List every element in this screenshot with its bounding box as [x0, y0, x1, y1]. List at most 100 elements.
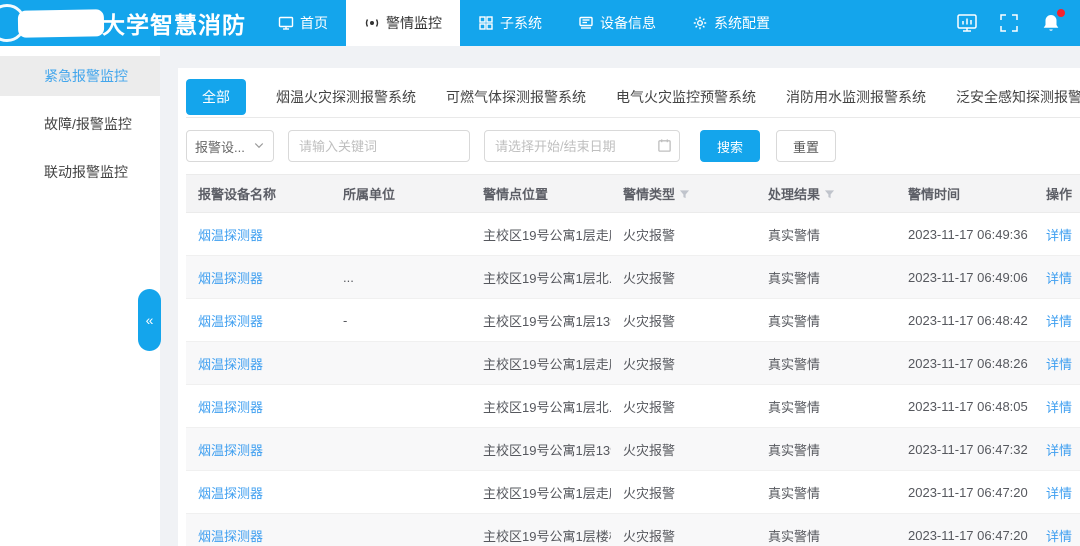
keyword-input[interactable]	[288, 130, 470, 162]
brand: 大学智慧消防	[0, 0, 246, 46]
device-name-link[interactable]: 烟温探测器	[198, 271, 263, 286]
alarm-type-select-value: 报警设...	[195, 137, 245, 156]
cell-device-name: 烟温探测器	[186, 299, 331, 342]
home-monitor-icon	[278, 15, 294, 31]
column-header-5: 警情时间	[896, 175, 1034, 213]
cell-alarm-type: 火灾报警	[611, 385, 756, 428]
cell-alarm-type: 火灾报警	[611, 471, 756, 514]
detail-link[interactable]: 详情	[1046, 486, 1072, 501]
device-name-link[interactable]: 烟温探测器	[198, 357, 263, 372]
cell-device-name: 烟温探测器	[186, 428, 331, 471]
column-header-label: 警情点位置	[483, 187, 548, 202]
cell-alarm-type: 火灾报警	[611, 213, 756, 256]
chevron-down-icon	[253, 139, 265, 154]
cell-alarm-time: 2023-11-17 06:48:26	[896, 342, 1034, 385]
reset-button[interactable]: 重置	[776, 130, 836, 162]
top-navbar: 大学智慧消防 首页 警情监控子系统设备信息系统配置	[0, 0, 1080, 46]
cell-handle-result: 真实警情	[756, 428, 896, 471]
cell-device-name: 烟温探测器	[186, 385, 331, 428]
search-button[interactable]: 搜索	[700, 130, 760, 162]
cell-device-name: 烟温探测器	[186, 342, 331, 385]
filter-funnel-icon[interactable]	[824, 187, 835, 202]
tab-system-4[interactable]: 消防用水监测报警系统	[786, 79, 926, 115]
app-title: 大学智慧消防	[102, 6, 246, 40]
cell-alarm-time: 2023-11-17 06:47:20	[896, 514, 1034, 546]
date-range-picker[interactable]	[484, 130, 680, 162]
nav-item-system-config[interactable]: 系统配置	[674, 0, 788, 46]
cell-alarm-time: 2023-11-17 06:48:05	[896, 385, 1034, 428]
cell-operations: 详情处理	[1034, 342, 1080, 385]
device-name-link[interactable]: 烟温探测器	[198, 400, 263, 415]
cell-operations: 详情处理	[1034, 256, 1080, 299]
date-range-input[interactable]	[484, 130, 680, 162]
cell-location: 主校区19号公寓1层走廊4	[471, 471, 611, 514]
nav-item-home[interactable]: 首页	[260, 0, 346, 46]
column-header-label: 报警设备名称	[198, 187, 276, 202]
gear-icon	[692, 15, 708, 31]
cell-operations: 详情处理	[1034, 385, 1080, 428]
device-name-link[interactable]: 烟温探测器	[198, 529, 263, 544]
tab-system-2[interactable]: 可燃气体探测报警系统	[446, 79, 586, 115]
cell-location: 主校区19号公寓1层楼梯3	[471, 514, 611, 546]
sidebar-collapse-handle[interactable]: «	[138, 289, 161, 351]
fullscreen-icon[interactable]	[998, 12, 1020, 34]
table-row: 烟温探测器主校区19号公寓1层139火灾报警真实警情2023-11-17 06:…	[186, 428, 1080, 471]
redacted-university-name	[18, 9, 104, 37]
cell-location: 主校区19号公寓1层北...	[471, 256, 611, 299]
table-row: 烟温探测器主校区19号公寓1层楼梯3火灾报警真实警情2023-11-17 06:…	[186, 514, 1080, 546]
nav-item-subsystems[interactable]: 子系统	[460, 0, 560, 46]
nav-item-device-info[interactable]: 设备信息	[560, 0, 674, 46]
device-name-link[interactable]: 烟温探测器	[198, 228, 263, 243]
tab-system-3[interactable]: 电气火灾监控预警系统	[616, 79, 756, 115]
sidebar-item-fault-alarm[interactable]: 故障/报警监控	[0, 104, 160, 144]
filter-funnel-icon[interactable]	[679, 187, 690, 202]
cell-alarm-type: 火灾报警	[611, 342, 756, 385]
cell-operations: 详情处理	[1034, 471, 1080, 514]
column-header-3[interactable]: 警情类型	[611, 175, 756, 213]
column-header-label: 警情时间	[908, 187, 960, 202]
subsystem-grid-icon	[478, 15, 494, 31]
column-header-4[interactable]: 处理结果	[756, 175, 896, 213]
column-header-6: 操作	[1034, 175, 1080, 213]
device-list-icon	[578, 15, 594, 31]
cell-handle-result: 真实警情	[756, 342, 896, 385]
column-header-label: 处理结果	[768, 187, 820, 202]
detail-link[interactable]: 详情	[1046, 271, 1072, 286]
sidebar-item-emergency-alarm[interactable]: 紧急报警监控	[0, 56, 160, 96]
device-name-link[interactable]: 烟温探测器	[198, 314, 263, 329]
detail-link[interactable]: 详情	[1046, 400, 1072, 415]
cell-handle-result: 真实警情	[756, 213, 896, 256]
notification-badge	[1057, 9, 1065, 17]
sidebar-item-linkage-alarm[interactable]: 联动报警监控	[0, 152, 160, 192]
cell-alarm-type: 火灾报警	[611, 256, 756, 299]
table-row: 烟温探测器主校区19号公寓1层走廊4火灾报警真实警情2023-11-17 06:…	[186, 213, 1080, 256]
topbar-right-icons	[956, 12, 1080, 34]
cell-device-name: 烟温探测器	[186, 213, 331, 256]
alarm-type-select[interactable]: 报警设...	[186, 130, 274, 162]
nav-item-label: 警情监控	[386, 13, 442, 33]
cell-device-name: 烟温探测器	[186, 471, 331, 514]
tab-system-5[interactable]: 泛安全感知探测报警系统	[956, 79, 1080, 115]
detail-link[interactable]: 详情	[1046, 357, 1072, 372]
cell-unit	[331, 213, 471, 256]
tab-system-1[interactable]: 烟温火灾探测报警系统	[276, 79, 416, 115]
cell-handle-result: 真实警情	[756, 256, 896, 299]
detail-link[interactable]: 详情	[1046, 443, 1072, 458]
device-name-link[interactable]: 烟温探测器	[198, 486, 263, 501]
cell-unit	[331, 342, 471, 385]
cell-operations: 详情处理	[1034, 299, 1080, 342]
detail-link[interactable]: 详情	[1046, 314, 1072, 329]
table-row: 烟温探测器-主校区19号公寓1层139火灾报警真实警情2023-11-17 06…	[186, 299, 1080, 342]
cell-handle-result: 真实警情	[756, 385, 896, 428]
nav-item-alarm-monitor[interactable]: 警情监控	[346, 0, 460, 46]
cell-alarm-time: 2023-11-17 06:49:36	[896, 213, 1034, 256]
detail-link[interactable]: 详情	[1046, 529, 1072, 544]
tab-all[interactable]: 全部	[186, 79, 246, 115]
detail-link[interactable]: 详情	[1046, 228, 1072, 243]
column-header-1: 所属单位	[331, 175, 471, 213]
column-header-0: 报警设备名称	[186, 175, 331, 213]
table-header-row: 报警设备名称 所属单位警情点位置 警情类型处理结果 警情时间 操作	[186, 175, 1080, 213]
device-name-link[interactable]: 烟温探测器	[198, 443, 263, 458]
bell-icon[interactable]	[1040, 12, 1062, 34]
monitor-chart-icon[interactable]	[956, 12, 978, 34]
